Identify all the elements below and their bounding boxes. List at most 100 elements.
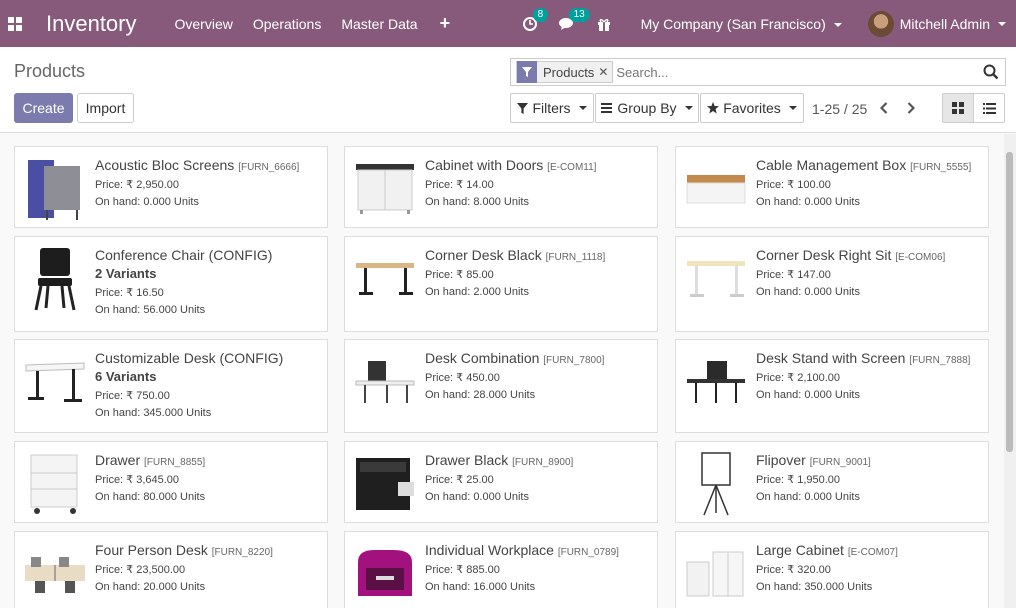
product-name: Cable Management Box [FURN_5555] bbox=[756, 157, 982, 173]
product-onhand: On hand: 0.000 Units bbox=[756, 491, 860, 503]
product-code: [E-COM07] bbox=[847, 547, 898, 558]
product-image bbox=[23, 448, 87, 520]
group-by-label: Group By bbox=[617, 100, 677, 116]
product-card[interactable]: Individual Workplace [FURN_0789] Price: ₹… bbox=[344, 531, 658, 608]
product-price: Price: ₹ 25.00 bbox=[425, 474, 494, 486]
product-card[interactable]: Conference Chair (CONFIG) 2 Variants Pric… bbox=[14, 236, 328, 332]
product-image bbox=[684, 538, 748, 608]
product-onhand: On hand: 16.000 Units bbox=[425, 581, 536, 593]
menu-master-data[interactable]: Master Data bbox=[341, 16, 417, 32]
product-title: Drawer bbox=[95, 452, 141, 468]
product-name: Drawer [FURN_8855] bbox=[95, 452, 321, 468]
product-title: Cable Management Box bbox=[756, 157, 907, 173]
menu-plus-icon[interactable]: + bbox=[440, 13, 451, 34]
gift-icon[interactable] bbox=[597, 17, 611, 31]
product-name: Individual Workplace [FURN_0789] bbox=[425, 542, 651, 558]
product-title: Desk Stand with Screen bbox=[756, 350, 906, 366]
product-image bbox=[353, 538, 417, 608]
product-card[interactable]: Corner Desk Black [FURN_1118] Price: ₹ 85… bbox=[344, 236, 658, 332]
create-button[interactable]: Create bbox=[14, 93, 73, 123]
user-menu[interactable]: Mitchell Admin bbox=[867, 10, 1006, 37]
product-price: Price: ₹ 2,100.00 bbox=[756, 372, 841, 384]
product-name: Customizable Desk (CONFIG) bbox=[95, 350, 321, 366]
product-title: Desk Combination bbox=[425, 350, 540, 366]
product-onhand: On hand: 0.000 Units bbox=[95, 196, 199, 208]
product-onhand: On hand: 8.000 Units bbox=[425, 196, 529, 208]
app-title[interactable]: Inventory bbox=[46, 11, 137, 37]
product-onhand: On hand: 0.000 Units bbox=[756, 196, 860, 208]
product-card[interactable]: Cable Management Box [FURN_5555] Price: ₹… bbox=[675, 146, 989, 228]
product-onhand: On hand: 345.000 Units bbox=[95, 407, 212, 419]
product-info: Corner Desk Right Sit [E-COM06] Price: ₹ … bbox=[756, 247, 982, 298]
product-card[interactable]: Flipover [FURN_9001] Price: ₹ 1,950.00 On … bbox=[675, 441, 989, 523]
product-onhand: On hand: 80.000 Units bbox=[95, 491, 206, 503]
menu-overview[interactable]: Overview bbox=[175, 16, 233, 32]
favorites-button[interactable]: Favorites bbox=[700, 93, 804, 123]
product-info: Customizable Desk (CONFIG) 6 Variants Pri… bbox=[95, 350, 321, 419]
product-card[interactable]: Drawer [FURN_8855] Price: ₹ 3,645.00 On ha… bbox=[14, 441, 328, 523]
product-name: Desk Combination [FURN_7800] bbox=[425, 350, 651, 366]
pager-value[interactable]: 1-25 / 25 bbox=[812, 101, 867, 117]
company-switcher[interactable]: My Company (San Francisco) bbox=[641, 16, 842, 32]
product-card[interactable]: Cabinet with Doors [E-COM11] Price: ₹ 14.… bbox=[344, 146, 658, 228]
product-card[interactable]: Drawer Black [FURN_8900] Price: ₹ 25.00 On… bbox=[344, 441, 658, 523]
group-by-button[interactable]: Group By bbox=[595, 93, 699, 123]
product-card[interactable]: Large Cabinet [E-COM07] Price: ₹ 320.00 On… bbox=[675, 531, 989, 608]
product-title: Corner Desk Right Sit bbox=[756, 247, 892, 263]
scrollbar-thumb[interactable] bbox=[1006, 152, 1013, 452]
main-menu: Overview Operations Master Data + bbox=[175, 0, 471, 47]
product-image bbox=[23, 538, 87, 608]
scrollbar[interactable] bbox=[1004, 134, 1016, 608]
product-price: Price: ₹ 14.00 bbox=[425, 179, 494, 191]
product-image bbox=[23, 346, 87, 418]
product-code: [FURN_1118] bbox=[545, 252, 606, 263]
messages-tray[interactable]: 13 bbox=[558, 7, 590, 31]
product-code: [FURN_8900] bbox=[512, 457, 574, 468]
pager-next-icon[interactable] bbox=[904, 99, 918, 117]
chevron-down-icon bbox=[788, 106, 797, 110]
product-image bbox=[684, 448, 748, 520]
product-title: Four Person Desk bbox=[95, 542, 208, 558]
product-card[interactable]: Corner Desk Right Sit [E-COM06] Price: ₹ … bbox=[675, 236, 989, 332]
product-card[interactable]: Acoustic Bloc Screens [FURN_6666] Price: … bbox=[14, 146, 328, 228]
product-code: [FURN_7800] bbox=[543, 355, 605, 366]
product-price: Price: ₹ 16.50 bbox=[95, 287, 164, 299]
star-icon bbox=[707, 102, 720, 114]
product-image bbox=[684, 346, 748, 418]
product-code: [FURN_5555] bbox=[910, 162, 972, 173]
chevron-down-icon bbox=[998, 21, 1006, 26]
product-card[interactable]: Customizable Desk (CONFIG) 6 Variants Pri… bbox=[14, 339, 328, 433]
product-price: Price: ₹ 885.00 bbox=[425, 564, 500, 576]
pager-previous-icon[interactable] bbox=[877, 99, 891, 117]
user-name: Mitchell Admin bbox=[899, 15, 990, 32]
product-code: [FURN_0789] bbox=[557, 547, 619, 558]
import-button[interactable]: Import bbox=[77, 93, 134, 123]
product-price: Price: ₹ 450.00 bbox=[425, 372, 500, 384]
activity-tray[interactable]: 8 bbox=[522, 7, 549, 31]
systray: 8 13 My Company (San Francisco) Mitchell… bbox=[522, 0, 1016, 47]
filters-button[interactable]: Filters bbox=[510, 93, 594, 123]
product-image bbox=[684, 153, 748, 225]
product-name: Acoustic Bloc Screens [FURN_6666] bbox=[95, 157, 321, 173]
menu-operations[interactable]: Operations bbox=[253, 16, 321, 32]
product-code: [FURN_7888] bbox=[909, 355, 971, 366]
list-icon bbox=[601, 103, 613, 113]
product-image bbox=[23, 153, 87, 225]
apps-menu-icon[interactable] bbox=[0, 0, 30, 47]
product-image bbox=[684, 243, 748, 315]
list-view-button[interactable] bbox=[973, 93, 1005, 123]
product-card[interactable]: Four Person Desk [FURN_8220] Price: ₹ 23,… bbox=[14, 531, 328, 608]
product-image bbox=[23, 243, 87, 315]
facet-label: Products bbox=[543, 64, 595, 80]
product-onhand: On hand: 2.000 Units bbox=[425, 286, 529, 298]
product-card[interactable]: Desk Combination [FURN_7800] Price: ₹ 450… bbox=[344, 339, 658, 433]
product-code: [E-COM06] bbox=[895, 252, 946, 263]
search-bar: Products ✕ bbox=[510, 58, 1006, 86]
product-card[interactable]: Desk Stand with Screen [FURN_7888] Price:… bbox=[675, 339, 989, 433]
kanban-view-button[interactable] bbox=[942, 93, 974, 123]
close-icon[interactable]: ✕ bbox=[598, 65, 612, 79]
product-price: Price: ₹ 23,500.00 bbox=[95, 564, 186, 576]
search-icon[interactable] bbox=[983, 64, 999, 80]
list-icon bbox=[982, 102, 996, 114]
search-input[interactable] bbox=[616, 64, 977, 80]
